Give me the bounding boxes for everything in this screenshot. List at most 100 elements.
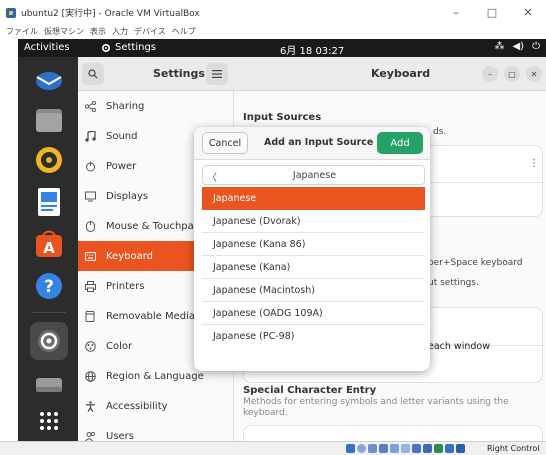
panel-title: Keyboard bbox=[371, 67, 431, 80]
add-input-source-dialog: Cancel Add an Input Source Add 〈 Japanes… bbox=[194, 127, 430, 371]
app-name: Settings bbox=[115, 42, 157, 53]
sidebar-item-label: Region & Language bbox=[106, 370, 204, 382]
window-close-button[interactable]: ✕ bbox=[526, 66, 542, 82]
list-item[interactable]: Japanese (PC-98) bbox=[202, 325, 425, 348]
cancel-button[interactable]: Cancel bbox=[202, 132, 248, 154]
gear-icon bbox=[101, 43, 111, 52]
software-center-icon[interactable]: A bbox=[30, 225, 68, 263]
vbox-statusbar: Right Control bbox=[0, 441, 546, 455]
list-item[interactable]: Japanese (Dvorak) bbox=[202, 210, 425, 233]
special-character-title: Special Character Entry bbox=[243, 385, 377, 396]
settings-fragment: ut settings. bbox=[428, 278, 479, 288]
virtualbox-window: ubuntu2 [実行中] - Oracle VM VirtualBox – □… bbox=[0, 0, 546, 455]
sidebar-item-label: Accessibility bbox=[106, 400, 168, 412]
host-key-label: Right Control bbox=[487, 444, 540, 453]
accessibility-icon bbox=[84, 400, 96, 412]
thunderbird-icon[interactable] bbox=[30, 61, 68, 99]
vbox-window-title: ubuntu2 [実行中] - Oracle VM VirtualBox bbox=[21, 9, 200, 19]
svg-text:?: ? bbox=[44, 277, 54, 297]
system-tray[interactable]: ⁂ ◀) ⏻ bbox=[494, 41, 540, 52]
keyboard-capture-icon[interactable] bbox=[456, 444, 465, 453]
list-item[interactable]: Japanese (Kana) bbox=[202, 256, 425, 279]
search-icon bbox=[88, 69, 98, 79]
add-button[interactable]: Add bbox=[377, 132, 423, 154]
removable-drive-icon[interactable] bbox=[30, 366, 68, 404]
list-item[interactable]: Japanese bbox=[202, 187, 425, 210]
language-header-label: Japanese bbox=[292, 170, 337, 181]
power-icon bbox=[84, 160, 96, 172]
vbox-menubar: ファイル 仮想マシン 表示 入力 デバイス ヘルプ bbox=[0, 25, 546, 38]
sidebar-item-label: Keyboard bbox=[106, 250, 154, 262]
dock-separator bbox=[32, 312, 66, 313]
share-icon bbox=[84, 100, 96, 112]
dialog-headerbar: Cancel Add an Input Source Add bbox=[194, 127, 430, 160]
close-button[interactable]: ✕ bbox=[510, 0, 546, 25]
list-item[interactable]: Japanese (Kana 86) bbox=[202, 233, 425, 256]
printer-icon bbox=[84, 280, 96, 292]
menu-help[interactable]: ヘルプ bbox=[172, 26, 196, 37]
special-character-card bbox=[243, 425, 543, 441]
menu-file[interactable]: ファイル bbox=[6, 26, 38, 37]
gnome-topbar: Activities Settings 6月 18 03:27 ⁂ ◀) ⏻ bbox=[18, 39, 546, 57]
window-maximize-button[interactable]: □ bbox=[504, 66, 520, 82]
input-source-list: Japanese Japanese (Dvorak) Japanese (Kan… bbox=[202, 187, 425, 369]
window-minimize-button[interactable]: – bbox=[482, 66, 498, 82]
input-sources-desc-fragment: ds. bbox=[433, 127, 447, 137]
optical-drive-icon[interactable] bbox=[357, 444, 366, 453]
shared-folders-icon[interactable] bbox=[401, 444, 410, 453]
sidebar-item-sharing[interactable]: Sharing bbox=[78, 91, 234, 121]
usb-icon[interactable] bbox=[390, 444, 399, 453]
virtualbox-logo-icon bbox=[6, 7, 16, 18]
maximize-button[interactable]: □ bbox=[474, 0, 510, 25]
menu-view[interactable]: 表示 bbox=[90, 26, 106, 37]
display-indicator-icon[interactable] bbox=[412, 444, 421, 453]
switch-shortcut-fragment: per+Space keyboard bbox=[428, 258, 523, 268]
menu-input[interactable]: 入力 bbox=[112, 26, 128, 37]
sidebar-item-accessibility[interactable]: Accessibility bbox=[78, 391, 234, 421]
hard-disk-icon[interactable] bbox=[346, 444, 355, 453]
menu-machine[interactable]: 仮想マシン bbox=[44, 26, 84, 37]
writer-icon[interactable] bbox=[30, 183, 68, 221]
help-icon[interactable]: ? bbox=[30, 267, 68, 305]
keyboard-icon bbox=[84, 250, 96, 262]
device-indicators bbox=[346, 444, 465, 453]
sidebar-item-label: Sharing bbox=[106, 100, 145, 112]
per-window-fragment[interactable]: each window bbox=[428, 341, 490, 352]
activities-button[interactable]: Activities bbox=[24, 42, 70, 53]
globe-icon bbox=[84, 370, 96, 382]
sidebar-item-label: Sound bbox=[106, 130, 138, 142]
music-note-icon bbox=[84, 130, 96, 142]
sidebar-item-label: Displays bbox=[106, 190, 149, 202]
network-adapter-icon[interactable] bbox=[379, 444, 388, 453]
more-options-icon[interactable]: ⋮ bbox=[529, 158, 539, 169]
menu-devices[interactable]: デバイス bbox=[134, 26, 166, 37]
sidebar-item-label: Removable Media bbox=[106, 310, 196, 322]
sidebar-item-label: Color bbox=[106, 340, 133, 352]
app-menu[interactable]: Settings bbox=[101, 42, 156, 53]
network-icon: ⁂ bbox=[494, 41, 505, 52]
users-icon bbox=[84, 430, 96, 441]
cpu-icon[interactable] bbox=[434, 444, 443, 453]
language-header-row[interactable]: 〈 Japanese bbox=[202, 165, 425, 185]
search-button[interactable] bbox=[82, 63, 104, 85]
minimize-button[interactable]: – bbox=[438, 0, 474, 25]
special-character-desc: Methods for entering symbols and letter … bbox=[243, 397, 509, 418]
files-icon[interactable] bbox=[30, 101, 68, 139]
clock[interactable]: 6月 18 03:27 bbox=[280, 42, 344, 57]
vbox-titlebar: ubuntu2 [実行中] - Oracle VM VirtualBox – □… bbox=[0, 0, 546, 25]
recording-icon[interactable] bbox=[423, 444, 432, 453]
settings-dock-icon[interactable] bbox=[30, 322, 68, 360]
rhythmbox-icon[interactable] bbox=[30, 141, 68, 179]
power-icon: ⏻ bbox=[532, 41, 540, 52]
mouse-integration-icon[interactable] bbox=[445, 444, 454, 453]
sidebar-item-users[interactable]: Users bbox=[78, 421, 234, 441]
show-apps-icon[interactable] bbox=[30, 402, 68, 440]
settings-title: Settings bbox=[153, 67, 205, 80]
sidebar-item-label: Users bbox=[106, 430, 135, 442]
display-icon bbox=[84, 190, 96, 202]
main-menu-button[interactable] bbox=[206, 63, 228, 85]
audio-icon[interactable] bbox=[368, 444, 377, 453]
list-item[interactable]: Japanese (Macintosh) bbox=[202, 279, 425, 302]
sidebar-item-label: Power bbox=[106, 160, 137, 172]
list-item[interactable]: Japanese (OADG 109A) bbox=[202, 302, 425, 325]
